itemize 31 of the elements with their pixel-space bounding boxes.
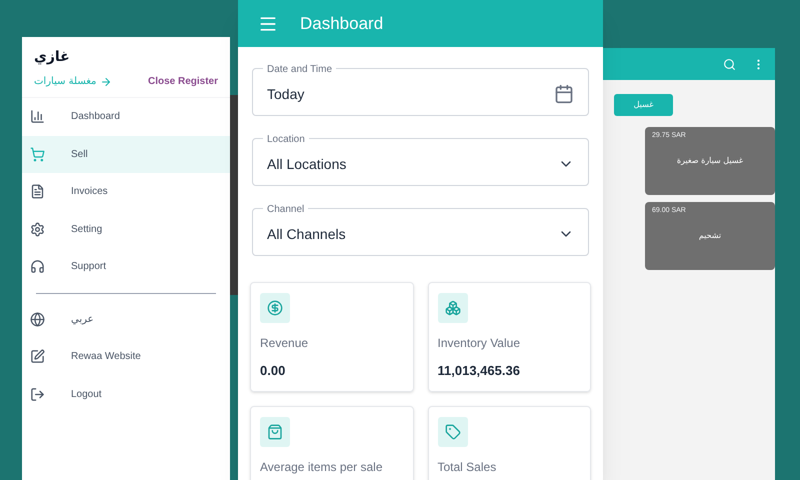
logout-icon [30,386,45,402]
store-name: مغسلة سيارات [34,75,96,89]
globe-icon [30,312,45,327]
arrow-right-icon [100,76,112,88]
stat-value: 11,013,465.36 [438,362,521,380]
settings-icon [30,222,45,237]
stat-label: Inventory Value [438,335,521,352]
edit-icon [30,349,45,364]
headphones-icon [30,259,45,274]
boxes-icon [438,293,468,323]
bar-chart-icon [30,109,45,124]
menu-item[interactable]: Logout [22,376,230,413]
document-icon [30,184,45,200]
user-name: غازي [34,48,71,67]
stat-label: Average items per sale [260,459,384,476]
screen-title: Dashboard [300,12,384,35]
product-name: غسيل سيارة صغيرة [676,155,744,167]
product-name: تشحيم [698,230,722,242]
menu-item[interactable]: عربي [22,300,230,338]
stat-label: Total Sales [438,459,498,476]
close-register-button[interactable]: Close Register [148,74,218,89]
tag-icon [438,417,468,447]
search-icon[interactable] [723,58,736,70]
coin-icon [260,293,290,323]
menu-item[interactable]: Sell [22,136,230,173]
bag-icon [260,417,290,447]
menu-item[interactable]: Rewaa Website [22,338,230,376]
calendar-icon [554,84,574,104]
stat-label: Revenue [260,335,310,352]
cart-icon [30,146,45,162]
stat-value: 0.00 [260,362,286,380]
